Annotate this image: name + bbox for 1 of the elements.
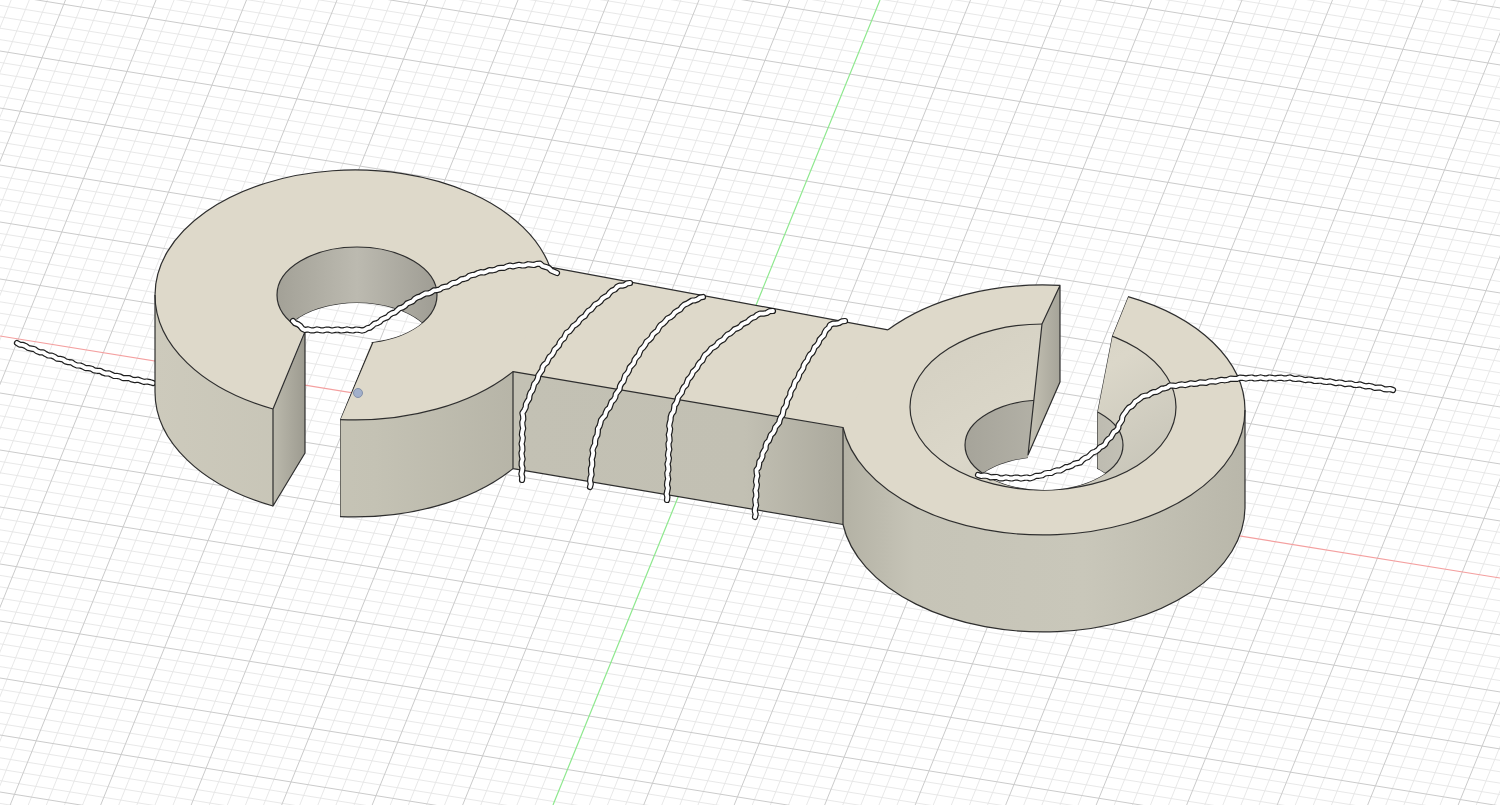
point-marker-icon bbox=[353, 388, 363, 398]
